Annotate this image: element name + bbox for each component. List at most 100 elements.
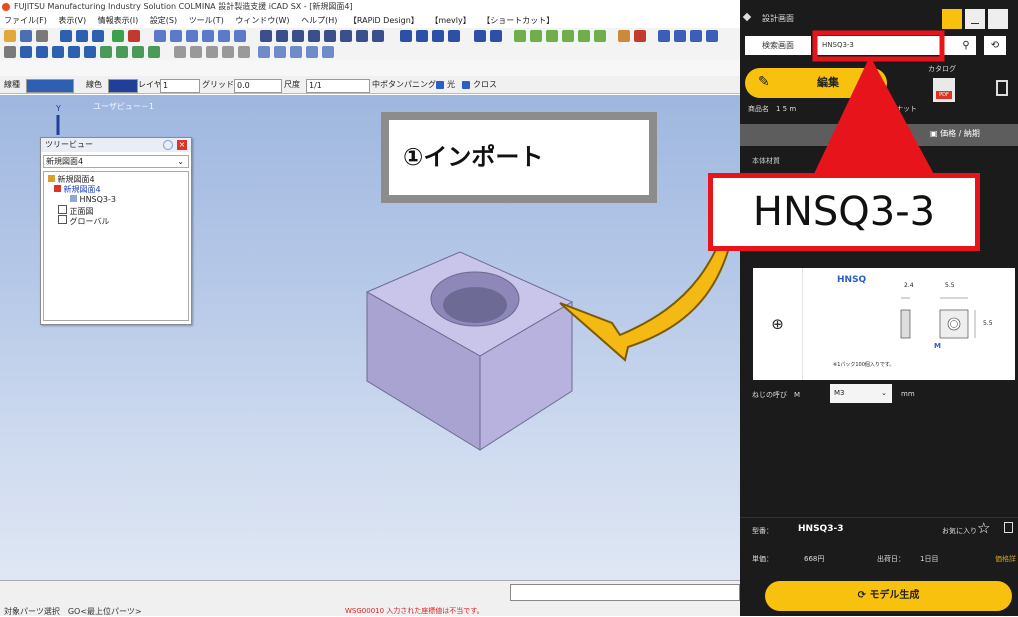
command-input[interactable] [510,584,740,601]
menu-help[interactable]: ヘルプ(H) [301,16,337,25]
save-icon[interactable] [20,30,32,42]
polygon-icon[interactable] [68,46,80,58]
select-icon[interactable] [4,46,16,58]
redo-icon[interactable] [490,30,502,42]
page-1-icon[interactable] [658,30,670,42]
hole-icon[interactable] [52,46,64,58]
layer-icon-4[interactable] [562,30,574,42]
line-style-icon-4[interactable] [222,46,234,58]
scale-select[interactable]: 1/1 [306,79,370,93]
layer-icon-6[interactable] [594,30,606,42]
search-screen-button[interactable]: 検索画面 [745,36,811,55]
history-icon[interactable]: ⟲ [984,36,1006,55]
print-icon[interactable] [36,30,48,42]
new-file-icon[interactable] [4,30,16,42]
view-front-icon[interactable] [260,30,272,42]
tree-node[interactable]: グローバル [58,215,109,227]
document-icon[interactable] [996,80,1008,96]
grid-select[interactable]: 0.0 [234,79,282,93]
arrow-right-icon[interactable] [92,30,104,42]
layer-icon-3[interactable] [546,30,558,42]
redraw-icon[interactable] [234,30,246,42]
tree-node[interactable]: HNSQ3-3 [70,195,116,205]
copy-icon[interactable] [1004,522,1013,533]
render-icon-4[interactable] [448,30,460,42]
tree-drawing-select[interactable]: 新規図面4 ⌄ [43,155,189,168]
zoom-icon[interactable]: ⊕ [753,268,803,380]
view-bottom-icon[interactable] [340,30,352,42]
menu-shortcut[interactable]: 【ショートカット】 [482,16,554,25]
snap-icon-3[interactable] [290,46,302,58]
user-icon[interactable] [942,9,962,29]
render-icon-3[interactable] [432,30,444,42]
pin-icon[interactable] [163,140,173,150]
snap-icon-2[interactable] [274,46,286,58]
minimize-button[interactable] [965,9,985,29]
line-color-select[interactable] [108,79,138,93]
tree-node[interactable]: 新規図面4 [48,175,95,185]
star-icon[interactable]: ☆ [977,519,990,537]
zoom-area-icon[interactable] [186,30,198,42]
rotate-icon[interactable] [76,30,88,42]
cut-icon[interactable] [132,46,144,58]
pan-icon[interactable] [218,30,230,42]
menu-tools[interactable]: ツール(T) [189,16,224,25]
thread-select[interactable]: M3 ⌄ [830,384,892,403]
generate-model-button[interactable]: ⟳ モデル生成 [765,581,1012,611]
layer-select[interactable]: 1 [160,79,200,93]
page-2-icon[interactable] [674,30,686,42]
move-icon[interactable] [60,30,72,42]
price-detail-link[interactable]: 価格詳 [995,554,1016,564]
menu-mevly[interactable]: 【mevly】 [430,16,470,25]
fit-icon[interactable] [202,30,214,42]
sphere-icon[interactable] [84,46,96,58]
box-icon[interactable] [20,46,32,58]
panel-close-button[interactable] [988,9,1008,29]
menu-window[interactable]: ウィンドウ(W) [235,16,289,25]
line-style-icon-1[interactable] [174,46,186,58]
menu-info[interactable]: 情報表示(I) [98,16,139,25]
snap-icon-4[interactable] [306,46,318,58]
menu-view[interactable]: 表示(V) [58,16,86,25]
measure-icon[interactable] [618,30,630,42]
view-back-icon[interactable] [324,30,336,42]
layer-icon-2[interactable] [530,30,542,42]
layer-icon-1[interactable] [514,30,526,42]
check-icon[interactable] [634,30,646,42]
pdf-icon[interactable]: PDF [933,78,955,102]
view-side-icon[interactable] [292,30,304,42]
tab-price-delivery[interactable]: ▣ 価格 / 納期 [930,128,980,139]
menu-settings[interactable]: 設定(S) [150,16,177,25]
menu-file[interactable]: ファイル(F) [4,16,47,25]
shading-icon[interactable] [356,30,368,42]
light-checkbox[interactable] [436,81,444,89]
line-type-select[interactable] [26,79,74,93]
line-style-icon-3[interactable] [206,46,218,58]
page-4-icon[interactable] [706,30,718,42]
search-icon[interactable]: ⚲ [956,36,976,55]
line-style-icon-2[interactable] [190,46,202,58]
close-icon[interactable]: × [177,140,187,150]
extrude-icon[interactable] [100,46,112,58]
wireframe-icon[interactable] [372,30,384,42]
layer-icon-5[interactable] [578,30,590,42]
part-icon[interactable] [112,30,124,42]
snap-icon-5[interactable] [322,46,334,58]
tree-node[interactable]: 新規図面4 [54,185,101,195]
undo-icon[interactable] [474,30,486,42]
search-input[interactable]: HNSQ3-3 [817,36,957,55]
mirror-icon[interactable] [148,46,160,58]
render-icon-1[interactable] [400,30,412,42]
menu-rapid-design[interactable]: 【RAPiD Design】 [349,16,419,25]
view-top-icon[interactable] [276,30,288,42]
render-icon-2[interactable] [416,30,428,42]
cross-checkbox[interactable] [462,81,470,89]
page-3-icon[interactable] [690,30,702,42]
zoom-in-icon[interactable] [154,30,166,42]
revolve-icon[interactable] [116,46,128,58]
zoom-out-icon[interactable] [170,30,182,42]
line-style-icon-5[interactable] [238,46,250,58]
cylinder-icon[interactable] [36,46,48,58]
view-iso-icon[interactable] [308,30,320,42]
assembly-icon[interactable] [128,30,140,42]
